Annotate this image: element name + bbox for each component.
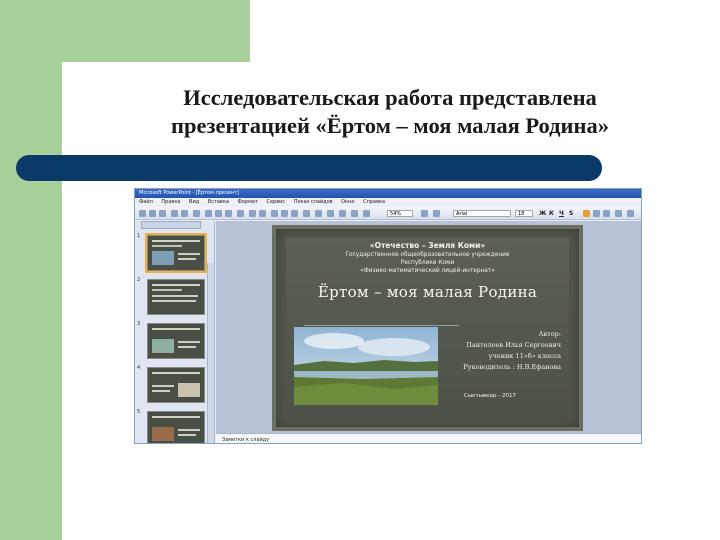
powerpoint-screenshot: Microsoft PowerPoint - [Ёртом презент] Ф… [134, 188, 642, 444]
window-title: Microsoft PowerPoint - [Ёртом презент] [139, 190, 239, 196]
slide-thumbnail-4[interactable] [147, 367, 205, 403]
menu-item-insert[interactable]: Вставка [208, 199, 229, 205]
slide-title-line2: презентацией «Ёртом – моя малая Родина» [171, 113, 609, 138]
new-icon[interactable] [139, 210, 146, 217]
notes-pane[interactable]: Заметки к слайду [216, 433, 641, 443]
window-titlebar: Microsoft PowerPoint - [Ёртом презент] [135, 189, 641, 198]
columns-icon[interactable] [291, 210, 298, 217]
slide-thumbnail-3[interactable] [147, 323, 205, 359]
grid-icon[interactable] [327, 210, 334, 217]
font-size-select[interactable]: 18 [515, 210, 533, 217]
slide-title: Исследовательская работа представлена пр… [70, 84, 710, 140]
menu-item-tools[interactable]: Сервис [266, 199, 285, 205]
font-name-select[interactable]: Arial [453, 210, 511, 217]
slide-header-line1: «Отечество – Земля Коми» [369, 241, 486, 250]
bullets-icon[interactable] [627, 210, 634, 217]
author-class: ученик 11«б» класса [488, 352, 561, 360]
background-top-right [250, 0, 720, 62]
slide-thumbnail-5[interactable] [147, 411, 205, 443]
open-icon[interactable] [149, 210, 156, 217]
menu-item-edit[interactable]: Правка [161, 199, 180, 205]
color-icon[interactable] [339, 210, 346, 217]
align-center-icon[interactable] [593, 210, 600, 217]
supervisor: Руководитель : Н.В.Ефанова [463, 363, 561, 371]
toolbar: 54% Arial 18 Ж К Ч S [135, 207, 641, 220]
menu-item-help[interactable]: Справка [363, 199, 385, 205]
author-name: Пантелеев Илья Сергеевич [466, 341, 561, 349]
city-year: Сыктывкар - 2017 [464, 393, 516, 399]
slide-thumbnail-1[interactable] [145, 233, 207, 273]
slide-body: «Отечество – Земля Коми» Государственное… [286, 237, 569, 419]
slide-thumbnail-2[interactable] [147, 279, 205, 315]
spelling-icon[interactable] [193, 210, 200, 217]
green-decoration-left [0, 0, 62, 540]
numbering-icon[interactable] [615, 210, 622, 217]
thumb-number-1: 1 [137, 233, 141, 239]
paste-icon[interactable] [225, 210, 232, 217]
hyperlink-icon[interactable] [303, 210, 310, 217]
thumb-number-2: 2 [137, 277, 141, 283]
thumb-number-5: 5 [137, 409, 141, 415]
menu-item-format[interactable]: Формат [238, 199, 258, 205]
thumb-number-4: 4 [137, 365, 141, 371]
preview-icon[interactable] [181, 210, 188, 217]
shadow-button[interactable]: S [569, 210, 573, 217]
slide-header: «Отечество – Земля Коми» Государственное… [286, 241, 569, 275]
slide-divider [304, 325, 459, 326]
cut-icon[interactable] [205, 210, 212, 217]
align-left-icon[interactable] [583, 210, 590, 217]
slide-author-block: Автор: Пантелеев Илья Сергеевич ученик 1… [463, 329, 561, 373]
help-icon[interactable] [421, 210, 428, 217]
new-slide-icon[interactable] [351, 210, 358, 217]
save-icon[interactable] [159, 210, 166, 217]
current-slide[interactable]: «Отечество – Земля Коми» Государственное… [272, 225, 583, 431]
menu-item-slideshow[interactable]: Показ слайдов [294, 199, 333, 205]
slide-editing-area: «Отечество – Земля Коми» Государственное… [216, 221, 641, 433]
design-icon[interactable] [363, 210, 370, 217]
copy-icon[interactable] [215, 210, 222, 217]
slide-title-line1: Исследовательская работа представлена [183, 85, 597, 110]
zoom-select[interactable]: 54% [387, 210, 413, 217]
menu-item-window[interactable]: Окно [341, 199, 354, 205]
slide-main-title: Ёртом – моя малая Родина [317, 283, 538, 301]
slide-header-line3: Республики Коми [400, 260, 455, 266]
menu-item-view[interactable]: Вид [189, 199, 199, 205]
outline-icon[interactable] [433, 210, 440, 217]
menu-item-file[interactable]: Файл [139, 199, 153, 205]
align-right-icon[interactable] [603, 210, 610, 217]
table-icon[interactable] [281, 210, 288, 217]
redo-icon[interactable] [259, 210, 266, 217]
thumb-number-3: 3 [137, 321, 141, 327]
slides-tab[interactable] [141, 221, 201, 229]
slides-scrollbar[interactable] [207, 263, 214, 443]
slides-panel: 1 2 3 4 5 [135, 221, 215, 443]
print-icon[interactable] [171, 210, 178, 217]
menu-bar: Файл Правка Вид Вставка Формат Сервис По… [135, 198, 641, 207]
underline-button[interactable]: Ч [559, 210, 564, 217]
bold-button[interactable]: Ж [539, 210, 546, 217]
format-painter-icon[interactable] [237, 210, 244, 217]
italic-button[interactable]: К [549, 210, 554, 217]
expand-icon[interactable] [315, 210, 322, 217]
landscape-photo [294, 327, 438, 405]
undo-icon[interactable] [249, 210, 256, 217]
chart-icon[interactable] [271, 210, 278, 217]
author-label: Автор: [538, 330, 561, 338]
slide-header-line4: «Физико-математический лицей-интернат» [360, 268, 495, 274]
navy-divider-bar [16, 155, 602, 181]
slide-header-line2: Государственное общеобразовательное учре… [345, 252, 510, 258]
